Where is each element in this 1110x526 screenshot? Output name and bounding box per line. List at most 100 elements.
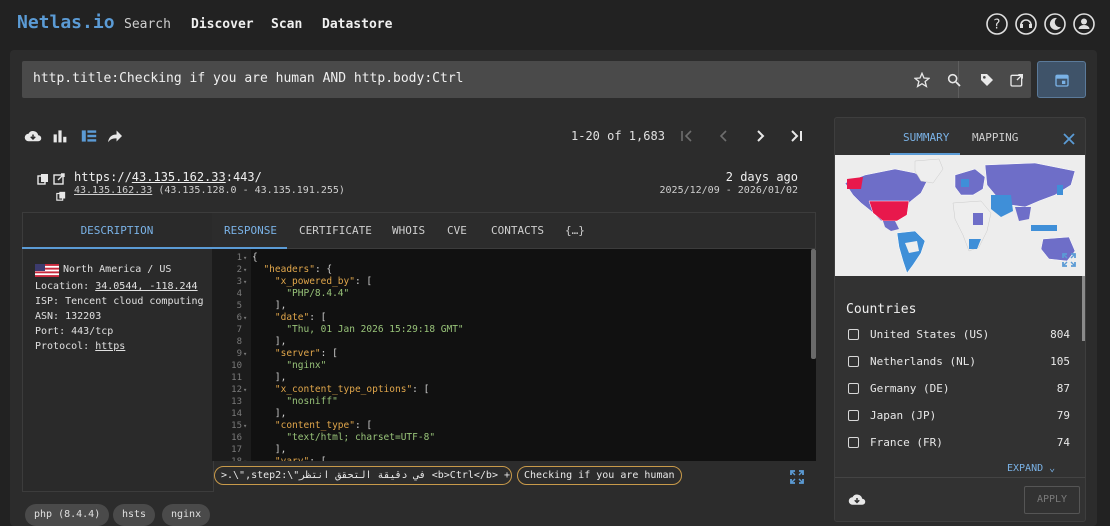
code-text: "text/html; charset=UTF-8": [286, 432, 436, 443]
fold-toggle-icon[interactable]: ▾: [243, 276, 247, 288]
highlight-chip-2[interactable]: Checking if you are human: [517, 466, 682, 485]
code-text: "x_powered_by": [: [274, 276, 373, 287]
nav-discover[interactable]: Discover: [191, 17, 254, 32]
close-icon[interactable]: [1063, 130, 1075, 149]
fold-toggle-icon[interactable]: ▾: [243, 252, 247, 264]
line-number: 12: [231, 385, 242, 395]
tab-response[interactable]: RESPONSE: [224, 224, 277, 237]
country-name: United States (US): [870, 328, 990, 341]
chart-icon[interactable]: [51, 127, 69, 145]
country-row[interactable]: France (FR) 74: [848, 436, 1070, 450]
code-scrollbar[interactable]: [811, 249, 816, 359]
country-row[interactable]: Netherlands (NL) 105: [848, 355, 1070, 369]
nav-scan[interactable]: Scan: [271, 17, 302, 32]
country-checkbox[interactable]: [848, 356, 859, 367]
help-icon[interactable]: ?: [986, 13, 1008, 35]
share-arrow-icon[interactable]: [106, 127, 124, 145]
fullscreen-icon[interactable]: [790, 469, 804, 488]
country-row[interactable]: United States (US) 804: [848, 328, 1070, 342]
region-label: North America / US: [63, 264, 172, 275]
last-page-icon[interactable]: [788, 127, 804, 145]
world-map-svg: [844, 158, 1076, 274]
protocol-line: Protocol: https: [35, 341, 126, 352]
apply-button[interactable]: APPLY: [1024, 486, 1080, 514]
code-text: "date": [: [274, 312, 327, 323]
search-icon[interactable]: [944, 70, 964, 90]
result-ip: 43.135.162.33 (43.135.128.0 - 43.135.191…: [74, 185, 345, 196]
tab-description[interactable]: DESCRIPTION: [22, 212, 212, 249]
fold-toggle-icon[interactable]: ▾: [243, 264, 247, 276]
nav-search[interactable]: Search: [124, 17, 171, 32]
tab-contacts[interactable]: CONTACTS: [491, 224, 544, 237]
line-number: 4: [236, 289, 242, 299]
tab-mapping[interactable]: MAPPING: [972, 131, 1018, 144]
expand-button[interactable]: EXPAND ⌄: [1007, 463, 1055, 474]
tag-php[interactable]: php (8.4.4): [25, 504, 110, 526]
code-viewer[interactable]: 1 ▾{2 ▾ "headers": {3 ▾ "x_powered_by": [4 …: [212, 249, 816, 461]
line-number: 11: [231, 373, 242, 383]
port-line: Port: 443/tcp: [35, 326, 114, 337]
country-checkbox[interactable]: [848, 437, 859, 448]
fold-toggle-icon[interactable]: ▾: [243, 312, 247, 324]
copy-ip-icon[interactable]: [56, 186, 66, 205]
tab-certificate[interactable]: CERTIFICATE: [299, 224, 372, 237]
line-number: 1: [236, 253, 242, 263]
nav-datastore[interactable]: Datastore: [322, 17, 392, 32]
line-number: 3: [236, 277, 242, 287]
asn-line: ASN: 132203: [35, 311, 102, 322]
tab-summary[interactable]: SUMMARY: [903, 131, 949, 144]
country-count: 105: [1050, 355, 1070, 368]
download-icon[interactable]: [24, 127, 42, 145]
prev-page-icon[interactable]: [716, 127, 732, 145]
result-url[interactable]: https://43.135.162.33:443/: [74, 170, 262, 184]
search-bar[interactable]: http.title:Checking if you are human AND…: [22, 61, 1031, 98]
country-checkbox[interactable]: [848, 383, 859, 394]
first-page-icon[interactable]: [679, 127, 695, 145]
star-icon[interactable]: [912, 70, 932, 90]
code-text: ],: [252, 336, 287, 347]
countries-scrollbar[interactable]: [1082, 276, 1085, 341]
code-text: "PHP/8.4.4": [286, 288, 350, 299]
next-page-icon[interactable]: [752, 127, 768, 145]
country-checkbox[interactable]: [848, 410, 859, 421]
code-text: ],: [252, 372, 287, 383]
download-cloud-icon[interactable]: [848, 492, 866, 511]
country-row[interactable]: Japan (JP) 79: [848, 409, 1070, 423]
code-text: "content_type": [: [274, 420, 373, 431]
share-icon[interactable]: [1007, 70, 1027, 90]
code-text: "Thu, 01 Jan 2026 15:29:18 GMT": [286, 324, 464, 335]
fold-toggle-icon[interactable]: ▾: [243, 456, 247, 461]
tab-json[interactable]: {…}: [565, 224, 585, 237]
location-link[interactable]: 34.0544, -118.244: [95, 281, 197, 292]
fold-toggle-icon[interactable]: ▾: [243, 420, 247, 432]
result-age: 2 days ago: [725, 170, 798, 184]
location-line: Location: 34.0544, -118.244: [35, 281, 198, 292]
tab-whois[interactable]: WHOIS: [392, 224, 425, 237]
search-input[interactable]: http.title:Checking if you are human AND…: [33, 71, 463, 86]
country-checkbox[interactable]: [848, 329, 859, 340]
top-navbar: Netlas.io Search Discover Scan Datastore…: [0, 0, 1110, 50]
country-name: Germany (DE): [870, 382, 950, 395]
code-text: ],: [252, 444, 287, 455]
copy-icon[interactable]: [37, 170, 49, 189]
highlight-chip-1[interactable]: >.\",step2:\"في دقيقة التحقق انتظر <b>Ct…: [214, 466, 512, 485]
support-icon[interactable]: [1015, 13, 1037, 35]
code-text: {: [252, 252, 258, 263]
line-number: 2: [236, 265, 242, 275]
map-expand-icon[interactable]: [1062, 252, 1076, 271]
logo[interactable]: Netlas.io: [17, 12, 115, 33]
line-number: 10: [231, 361, 242, 371]
line-number: 14: [231, 409, 242, 419]
list-view-icon[interactable]: [80, 127, 98, 145]
tag-nginx[interactable]: nginx: [162, 504, 211, 526]
fold-toggle-icon[interactable]: ▾: [243, 384, 247, 396]
world-map[interactable]: [835, 155, 1085, 276]
account-icon[interactable]: [1073, 13, 1095, 35]
fold-toggle-icon[interactable]: ▾: [243, 348, 247, 360]
theme-toggle-icon[interactable]: [1044, 13, 1066, 35]
tag-icon[interactable]: [977, 70, 997, 90]
tab-cve[interactable]: CVE: [447, 224, 467, 237]
calendar-button[interactable]: [1037, 61, 1086, 98]
tag-hsts[interactable]: hsts: [113, 504, 156, 526]
country-row[interactable]: Germany (DE) 87: [848, 382, 1070, 396]
